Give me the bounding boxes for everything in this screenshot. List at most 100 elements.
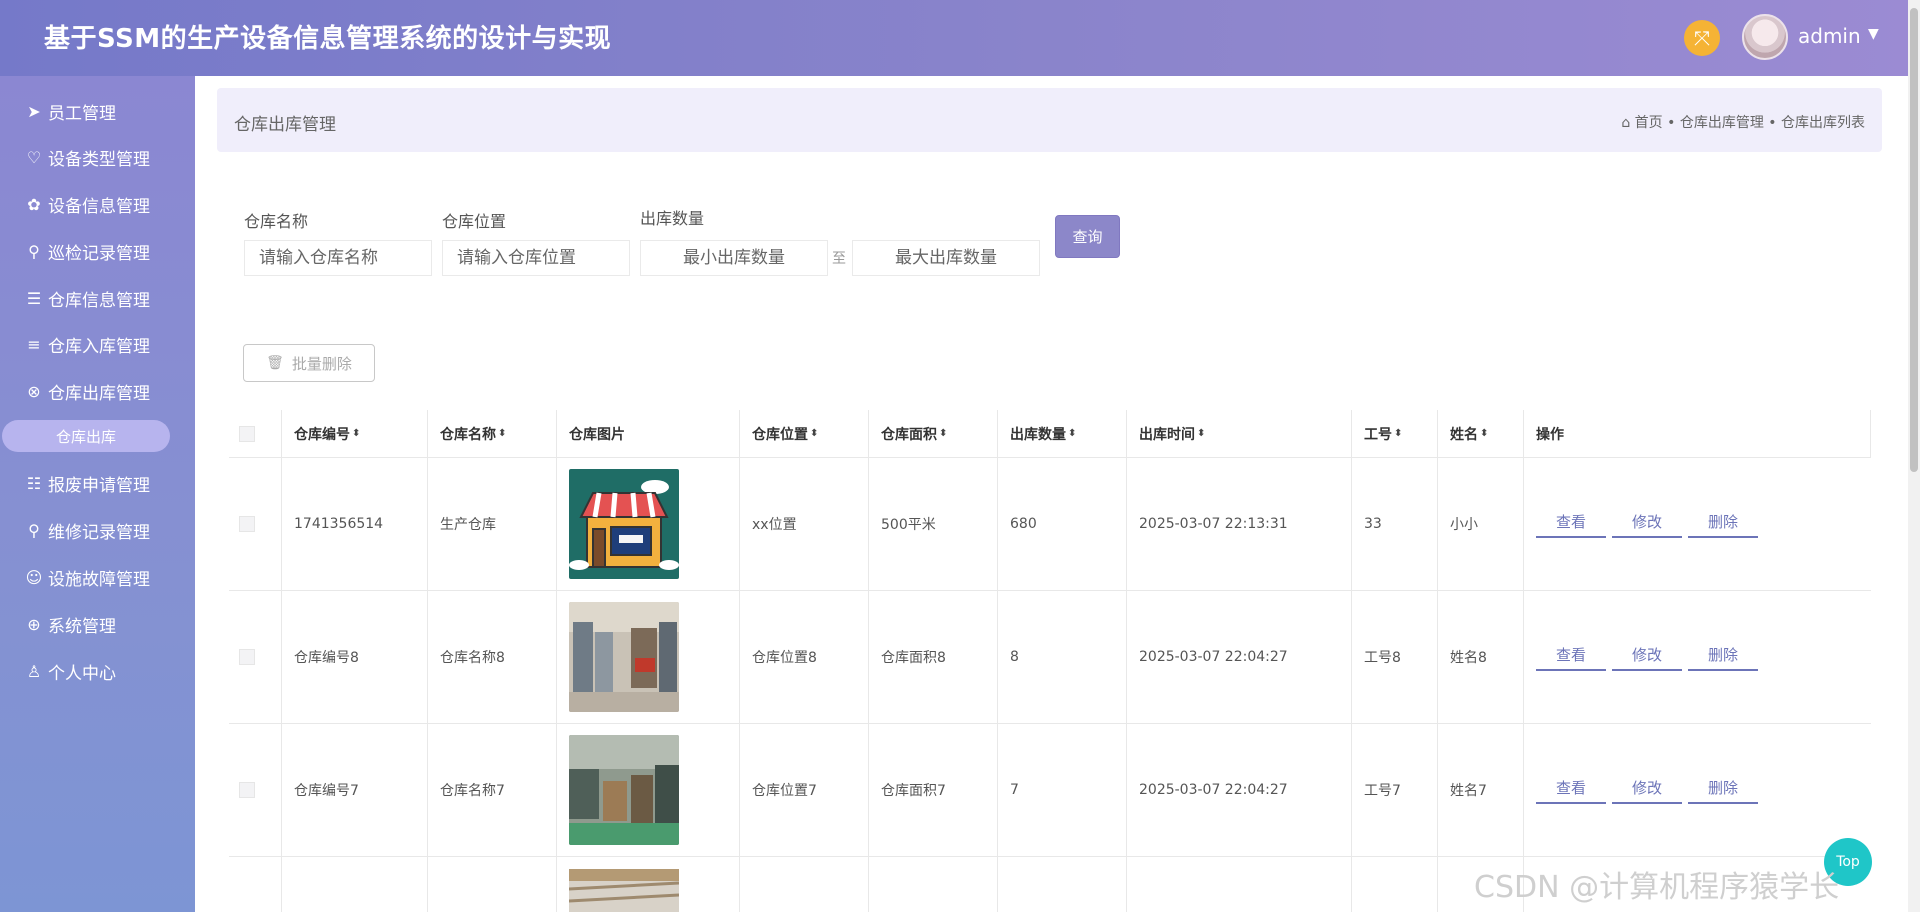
row-select-cell <box>229 857 282 912</box>
page-scrollbar[interactable] <box>1908 0 1920 912</box>
sidebar-item-fault[interactable]: ☺ 设施故障管理 <box>24 562 150 592</box>
sort-icon[interactable]: ⬍ <box>810 428 818 439</box>
delete-button[interactable]: 删除 <box>1688 777 1758 804</box>
select-all-checkbox[interactable] <box>239 425 255 442</box>
sidebar-item-staff[interactable]: ➤ 员工管理 <box>24 96 116 126</box>
sidebar-item-profile[interactable]: ♙ 个人中心 <box>24 656 116 686</box>
sort-icon[interactable]: ⬍ <box>939 428 947 439</box>
col-time-header[interactable]: 出库时间 ⬍ <box>1127 410 1352 457</box>
breadcrumb-separator: • <box>1667 115 1676 131</box>
edit-button[interactable]: 修改 <box>1612 777 1682 804</box>
sort-icon[interactable]: ⬍ <box>352 428 360 439</box>
chevron-down-icon[interactable]: ▼ <box>1868 26 1879 42</box>
col-area-header[interactable]: 仓库面积 ⬍ <box>869 410 998 457</box>
sort-icon[interactable]: ⬍ <box>1480 428 1488 439</box>
sidebar-item-device-type[interactable]: ♡ 设备类型管理 <box>24 142 150 172</box>
edit-button[interactable]: 修改 <box>1612 644 1682 671</box>
warehouse-location-input[interactable]: 请输入仓库位置 <box>442 240 630 276</box>
min-quantity-input[interactable]: 最小出库数量 <box>640 240 828 276</box>
breadcrumb-bar: 仓库出库管理 ⌂ 首页 • 仓库出库管理 • 仓库出库列表 <box>217 88 1882 152</box>
cell-time: 2025-03-07 22:13:31 <box>1127 458 1352 590</box>
sidebar-item-label: 维修记录管理 <box>48 522 150 543</box>
cell-name: 仓库名称8 <box>428 591 557 723</box>
sidebar-item-warehouse-info[interactable]: ☰ 仓库信息管理 <box>24 283 150 313</box>
sidebar-subitem-warehouse-out[interactable]: 仓库出库 <box>2 420 170 452</box>
user-icon: ♙ <box>26 661 42 681</box>
scrollbar-thumb[interactable] <box>1910 8 1918 472</box>
sidebar-item-warehouse-out[interactable]: ⊗ 仓库出库管理 <box>24 376 150 406</box>
batch-delete-button[interactable]: 🗑 批量删除 <box>243 344 375 382</box>
circle-x-icon: ⊗ <box>27 381 41 401</box>
cell-qty: 8 <box>998 591 1127 723</box>
col-id-header[interactable]: 仓库编号 ⬍ <box>282 410 428 457</box>
delete-button[interactable]: 删除 <box>1688 511 1758 538</box>
warehouse-location-label: 仓库位置 <box>442 212 507 231</box>
sidebar-item-label: 仓库出库管理 <box>48 383 150 404</box>
row-checkbox[interactable] <box>239 782 255 798</box>
avatar[interactable] <box>1742 14 1788 60</box>
sort-icon[interactable]: ⬍ <box>1068 428 1076 439</box>
cell-id: 仓库编号7 <box>282 724 428 856</box>
col-actions-header: 操作 <box>1524 410 1871 457</box>
search-icon: ⚲ <box>28 520 40 540</box>
cell-area: 500平米 <box>869 458 998 590</box>
sidebar-item-label: 仓库入库管理 <box>48 336 150 357</box>
view-button[interactable]: 查看 <box>1536 511 1606 538</box>
store-illustration-image[interactable] <box>569 469 679 579</box>
col-location-header[interactable]: 仓库位置 ⬍ <box>740 410 869 457</box>
fullscreen-toggle-icon[interactable]: ⤧ <box>1684 20 1720 56</box>
row-checkbox[interactable] <box>239 516 255 532</box>
sidebar-item-system[interactable]: ⊕ 系统管理 <box>24 609 116 639</box>
cell-job: 工号7 <box>1352 724 1438 856</box>
sidebar-item-warehouse-in[interactable]: ≡ 仓库入库管理 <box>24 329 150 359</box>
home-icon: ⌂ <box>1621 115 1631 131</box>
col-qty-header[interactable]: 出库数量 ⬍ <box>998 410 1127 457</box>
row-checkbox[interactable] <box>239 649 255 665</box>
cell-actions: 查看 修改 删除 <box>1524 591 1871 723</box>
col-job-header[interactable]: 工号 ⬍ <box>1352 410 1438 457</box>
cell-area: 仓库面积8 <box>869 591 998 723</box>
col-name-header[interactable]: 仓库名称 ⬍ <box>428 410 557 457</box>
sidebar-item-scrap[interactable]: ☷ 报废申请管理 <box>24 468 150 498</box>
query-button[interactable]: 查询 <box>1055 215 1120 258</box>
list-check-icon: ☷ <box>26 473 42 493</box>
row-select-cell <box>229 724 282 856</box>
cell-name: 生产仓库 <box>428 458 557 590</box>
cell-actions: 查看 修改 删除 <box>1524 724 1871 856</box>
user-name[interactable]: admin <box>1798 24 1861 48</box>
breadcrumb-section[interactable]: 仓库出库管理 <box>1680 115 1764 131</box>
sidebar-item-inspection[interactable]: ⚲ 巡检记录管理 <box>24 236 150 266</box>
view-button[interactable]: 查看 <box>1536 777 1606 804</box>
delete-button[interactable]: 删除 <box>1688 644 1758 671</box>
sort-icon[interactable]: ⬍ <box>1197 428 1205 439</box>
cell-image <box>557 857 740 912</box>
cell-time <box>1127 857 1352 912</box>
cell-job: 33 <box>1352 458 1438 590</box>
sort-icon[interactable]: ⬍ <box>498 428 506 439</box>
view-button[interactable]: 查看 <box>1536 644 1606 671</box>
cell-person: 姓名8 <box>1438 591 1524 723</box>
batch-delete-label: 批量删除 <box>291 354 352 373</box>
page-title: 仓库出库管理 <box>234 115 336 135</box>
top-header: 基于SSM的生产设备信息管理系统的设计与实现 ⤧ admin ▼ <box>0 0 1908 76</box>
cell-name <box>428 857 557 912</box>
cell-id <box>282 857 428 912</box>
cell-job: 工号8 <box>1352 591 1438 723</box>
sort-icon[interactable]: ⬍ <box>1394 428 1402 439</box>
max-quantity-input[interactable]: 最大出库数量 <box>852 240 1040 276</box>
edit-button[interactable]: 修改 <box>1612 511 1682 538</box>
warehouse-name-input[interactable]: 请输入仓库名称 <box>244 240 432 276</box>
table-row: 仓库编号7 仓库名称7 仓库位置7 仓库面积7 7 2025-03-07 22:… <box>229 724 1871 857</box>
breadcrumb-home[interactable]: 首页 <box>1635 115 1663 131</box>
sidebar-item-device-info[interactable]: ✿ 设备信息管理 <box>24 189 150 219</box>
col-person-header[interactable]: 姓名 ⬍ <box>1438 410 1524 457</box>
table-row: 仓库编号8 仓库名称8 仓库位置8 仓库面积8 8 2025-03-07 22:… <box>229 591 1871 724</box>
cell-qty: 7 <box>998 724 1127 856</box>
table-row: 1741356514 生产仓库 xx位置 500平米 680 2025-03-0… <box>229 458 1871 591</box>
warehouse-photo-image[interactable] <box>569 602 679 712</box>
warehouse-photo-image[interactable] <box>569 869 679 912</box>
sidebar-item-label: 报废申请管理 <box>48 475 150 496</box>
warehouse-photo-image[interactable] <box>569 735 679 845</box>
upload-circle-icon: ⊕ <box>27 614 41 634</box>
sidebar-item-repair[interactable]: ⚲ 维修记录管理 <box>24 515 150 545</box>
